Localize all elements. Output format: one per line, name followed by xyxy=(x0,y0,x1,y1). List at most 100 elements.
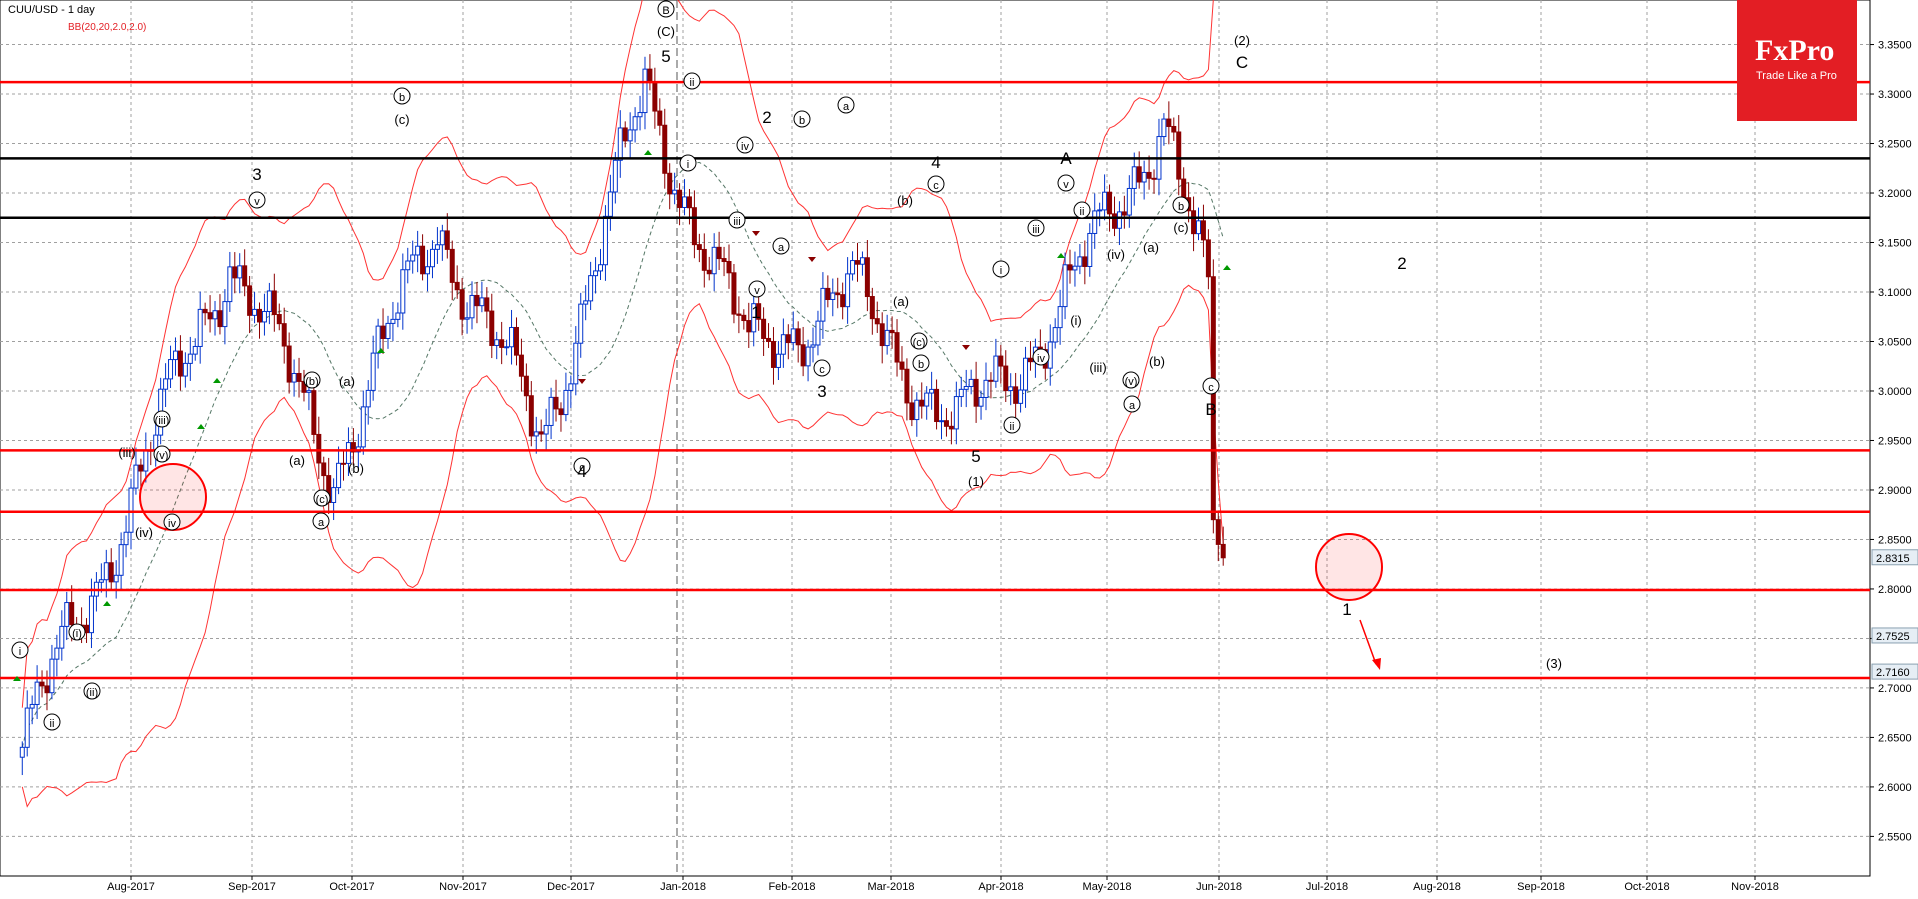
candle-body xyxy=(736,313,742,316)
candle-body xyxy=(434,244,440,250)
candle-body xyxy=(850,260,856,275)
candle-body xyxy=(845,273,851,308)
candle-body xyxy=(528,395,534,437)
wave-label: (a) xyxy=(289,453,305,468)
candle-body xyxy=(474,294,480,307)
candle-body xyxy=(1107,191,1113,215)
candle-body xyxy=(1023,357,1029,391)
y-tick-label: 3.3000 xyxy=(1878,89,1912,101)
candle-body xyxy=(266,290,272,312)
fxpro-logo[interactable]: FxPro Trade Like a Pro xyxy=(1737,0,1857,121)
candle-body xyxy=(914,399,920,421)
wave-label: a xyxy=(778,242,785,254)
candle-body xyxy=(943,420,949,427)
candle-body xyxy=(1196,220,1202,235)
wave-label: (c) xyxy=(1173,220,1188,235)
wave-label: (b) xyxy=(348,461,364,476)
candle-body xyxy=(1008,386,1014,392)
candle-body xyxy=(800,344,806,367)
candle-body xyxy=(1072,265,1078,271)
candle-body xyxy=(1062,264,1068,308)
candle-body xyxy=(864,257,870,298)
x-tick-label: Aug-2018 xyxy=(1413,881,1461,893)
candle-body xyxy=(988,379,994,382)
wave-label: C xyxy=(1236,53,1248,72)
wave-label: B xyxy=(662,5,669,17)
candle-body xyxy=(731,272,737,315)
candle-body xyxy=(499,339,505,348)
wave-label: ii xyxy=(1010,421,1015,433)
candle-body xyxy=(691,207,697,246)
y-tick-label: 2.8000 xyxy=(1878,584,1912,596)
candle-body xyxy=(1171,125,1177,133)
candle-body xyxy=(1200,220,1206,241)
candle-body xyxy=(98,579,104,583)
candle-body xyxy=(1136,166,1142,183)
candle-body xyxy=(192,345,198,355)
candle-body xyxy=(321,462,327,477)
candle-body xyxy=(810,344,816,348)
candle-body xyxy=(726,261,732,274)
candle-body xyxy=(558,408,564,416)
candle-body xyxy=(785,334,791,344)
candle-body xyxy=(464,317,470,320)
candle-body xyxy=(998,355,1004,367)
x-tick-label: Oct-2017 xyxy=(329,881,374,893)
candle-body xyxy=(336,462,342,489)
wave-label: c xyxy=(1208,382,1214,394)
candle-body xyxy=(365,389,371,408)
candle-body xyxy=(953,396,959,430)
candle-body xyxy=(602,215,608,266)
candle-body xyxy=(1027,357,1033,363)
candle-body xyxy=(770,340,776,368)
price-marker-label: 2.7160 xyxy=(1876,667,1910,679)
x-tick-label: Aug-2017 xyxy=(107,881,155,893)
candle-body xyxy=(677,189,683,208)
y-tick-label: 2.9500 xyxy=(1878,435,1912,447)
candle-body xyxy=(1146,171,1152,179)
candle-body xyxy=(874,318,880,325)
candle-body xyxy=(721,258,727,263)
wave-label: v xyxy=(254,196,260,208)
candle-body xyxy=(59,625,65,649)
candle-body xyxy=(948,425,954,430)
candle-body xyxy=(296,372,302,382)
candle-body xyxy=(761,318,767,339)
candle-body xyxy=(252,308,258,316)
price-marker-label: 2.8315 xyxy=(1876,553,1910,565)
wave-label: iii xyxy=(1032,224,1039,236)
candle-body xyxy=(632,116,638,131)
candle-body xyxy=(54,647,60,660)
candle-body xyxy=(573,342,579,385)
candle-body xyxy=(919,399,925,407)
y-tick-label: 2.7000 xyxy=(1878,683,1912,695)
candle-body xyxy=(271,290,277,316)
candle-body xyxy=(118,544,124,576)
wave-label: ii xyxy=(690,77,695,89)
candle-body xyxy=(612,159,618,193)
candle-body xyxy=(237,265,243,279)
candle-body xyxy=(1052,327,1058,343)
plot-frame xyxy=(0,0,1871,877)
wave-label: (C) xyxy=(657,24,675,39)
wave-label: b xyxy=(799,115,805,127)
chart-root: 2.55002.60002.65002.70002.75002.80002.85… xyxy=(0,0,1918,894)
candle-body xyxy=(1102,191,1108,211)
candle-body xyxy=(627,129,633,142)
wave-label: b xyxy=(918,359,924,371)
candle-body xyxy=(1121,211,1127,216)
candle-body xyxy=(795,328,801,346)
wave-label: (iv) xyxy=(1107,247,1125,262)
candle-body xyxy=(311,390,317,435)
candle-body xyxy=(425,266,431,275)
wave-label: 3 xyxy=(817,382,826,401)
candle-body xyxy=(177,350,183,377)
candle-body xyxy=(39,681,45,687)
x-tick-label: Mar-2018 xyxy=(867,881,914,893)
wave-label: i xyxy=(687,159,689,171)
candle-body xyxy=(182,362,188,377)
candle-body xyxy=(662,124,668,174)
wave-label: a xyxy=(1129,400,1136,412)
candle-body xyxy=(775,353,781,368)
candle-body xyxy=(978,396,984,407)
